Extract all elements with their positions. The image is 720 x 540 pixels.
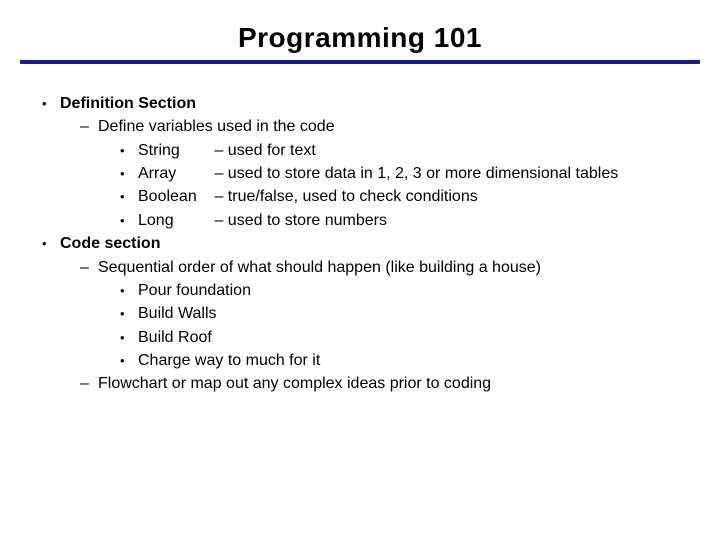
step-text: Pour foundation bbox=[138, 279, 700, 302]
bullet-icon: • bbox=[120, 302, 138, 325]
type-desc: – used to store numbers bbox=[214, 212, 387, 229]
bullet-icon: • bbox=[120, 162, 138, 185]
list-item: – Flowchart or map out any complex ideas… bbox=[20, 372, 700, 395]
type-line: String – used for text bbox=[138, 139, 700, 162]
dash-icon: – bbox=[80, 372, 98, 395]
type-line: Long – used to store numbers bbox=[138, 209, 700, 232]
list-item: • Definition Section bbox=[20, 92, 700, 115]
page-title: Programming 101 bbox=[20, 18, 700, 54]
list-item: • Long – used to store numbers bbox=[20, 209, 700, 232]
subitem-text: Define variables used in the code bbox=[98, 115, 700, 138]
dash-icon: – bbox=[80, 256, 98, 279]
slide: Programming 101 • Definition Section – D… bbox=[0, 0, 720, 540]
list-item: • Build Roof bbox=[20, 326, 700, 349]
step-text: Charge way to much for it bbox=[138, 349, 700, 372]
type-name: Boolean bbox=[138, 185, 210, 208]
type-name: Array bbox=[138, 162, 210, 185]
content-area: • Definition Section – Define variables … bbox=[20, 92, 700, 395]
list-item: – Sequential order of what should happen… bbox=[20, 256, 700, 279]
list-item: – Define variables used in the code bbox=[20, 115, 700, 138]
bullet-icon: • bbox=[120, 209, 138, 232]
list-item: • Build Walls bbox=[20, 302, 700, 325]
bullet-icon: • bbox=[42, 92, 60, 115]
section-heading: Code section bbox=[60, 232, 160, 255]
list-item: • Charge way to much for it bbox=[20, 349, 700, 372]
type-name: String bbox=[138, 139, 210, 162]
bullet-icon: • bbox=[120, 279, 138, 302]
list-item: • Array – used to store data in 1, 2, 3 … bbox=[20, 162, 700, 185]
type-desc: – true/false, used to check conditions bbox=[214, 188, 477, 205]
type-line: Boolean – true/false, used to check cond… bbox=[138, 185, 700, 208]
list-item: • Code section bbox=[20, 232, 700, 255]
step-text: Build Roof bbox=[138, 326, 700, 349]
type-name: Long bbox=[138, 209, 210, 232]
bullet-icon: • bbox=[120, 349, 138, 372]
subitem-text: Flowchart or map out any complex ideas p… bbox=[98, 372, 700, 395]
bullet-icon: • bbox=[120, 185, 138, 208]
section-heading: Definition Section bbox=[60, 92, 196, 115]
subitem-text: Sequential order of what should happen (… bbox=[98, 256, 700, 279]
dash-icon: – bbox=[80, 115, 98, 138]
title-underline bbox=[20, 60, 700, 64]
bullet-icon: • bbox=[42, 232, 60, 255]
step-text: Build Walls bbox=[138, 302, 700, 325]
type-desc: – used for text bbox=[214, 142, 315, 159]
type-desc: – used to store data in 1, 2, 3 or more … bbox=[214, 165, 618, 182]
list-item: • String – used for text bbox=[20, 139, 700, 162]
list-item: • Pour foundation bbox=[20, 279, 700, 302]
bullet-icon: • bbox=[120, 139, 138, 162]
list-item: • Boolean – true/false, used to check co… bbox=[20, 185, 700, 208]
type-line: Array – used to store data in 1, 2, 3 or… bbox=[138, 162, 700, 185]
bullet-icon: • bbox=[120, 326, 138, 349]
